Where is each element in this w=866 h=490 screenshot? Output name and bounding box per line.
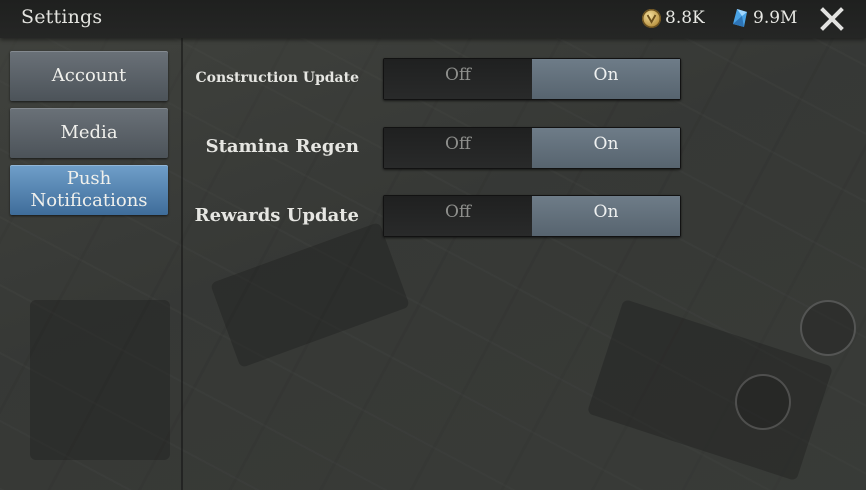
sidebar-item-label: Media bbox=[60, 122, 118, 143]
construction-update-off-option[interactable]: Off bbox=[384, 59, 532, 99]
coin-icon bbox=[642, 8, 661, 28]
hud-tornado-icon bbox=[735, 374, 791, 430]
rewards-update-off-option[interactable]: Off bbox=[384, 196, 532, 236]
construction-update-on-option[interactable]: On bbox=[532, 59, 680, 99]
sidebar-item-media[interactable]: Media bbox=[10, 108, 168, 158]
hud-avatar-icon bbox=[800, 300, 856, 356]
construction-update-toggle[interactable]: Off On bbox=[383, 58, 681, 100]
map-shadow bbox=[210, 221, 410, 369]
stamina-regen-toggle[interactable]: Off On bbox=[383, 127, 681, 169]
sidebar-item-push-notifications[interactable]: Push Notifications bbox=[10, 165, 168, 215]
stamina-regen-label: Stamina Regen bbox=[205, 136, 359, 157]
map-shadow bbox=[30, 300, 170, 460]
stamina-regen-on-option[interactable]: On bbox=[532, 128, 680, 168]
coin-counter: 8.8K bbox=[642, 7, 705, 29]
gem-counter: 9.9M bbox=[731, 7, 797, 29]
sidebar-divider bbox=[181, 38, 183, 490]
top-bar: Settings 8.8K 9.9M bbox=[0, 0, 866, 38]
map-shadow bbox=[586, 298, 834, 482]
rewards-update-label: Rewards Update bbox=[194, 205, 359, 226]
sidebar-item-account[interactable]: Account bbox=[10, 51, 168, 101]
rewards-update-on-option[interactable]: On bbox=[532, 196, 680, 236]
gem-amount: 9.9M bbox=[753, 8, 798, 28]
gem-icon bbox=[733, 9, 747, 27]
close-icon[interactable] bbox=[819, 6, 845, 32]
page-title: Settings bbox=[21, 6, 103, 28]
sidebar-item-label: Push Notifications bbox=[30, 168, 148, 211]
stamina-regen-off-option[interactable]: Off bbox=[384, 128, 532, 168]
rewards-update-toggle[interactable]: Off On bbox=[383, 195, 681, 237]
coin-amount: 8.8K bbox=[665, 8, 705, 28]
sidebar-item-label: Account bbox=[51, 65, 127, 86]
construction-update-label: Construction Update bbox=[195, 70, 360, 86]
